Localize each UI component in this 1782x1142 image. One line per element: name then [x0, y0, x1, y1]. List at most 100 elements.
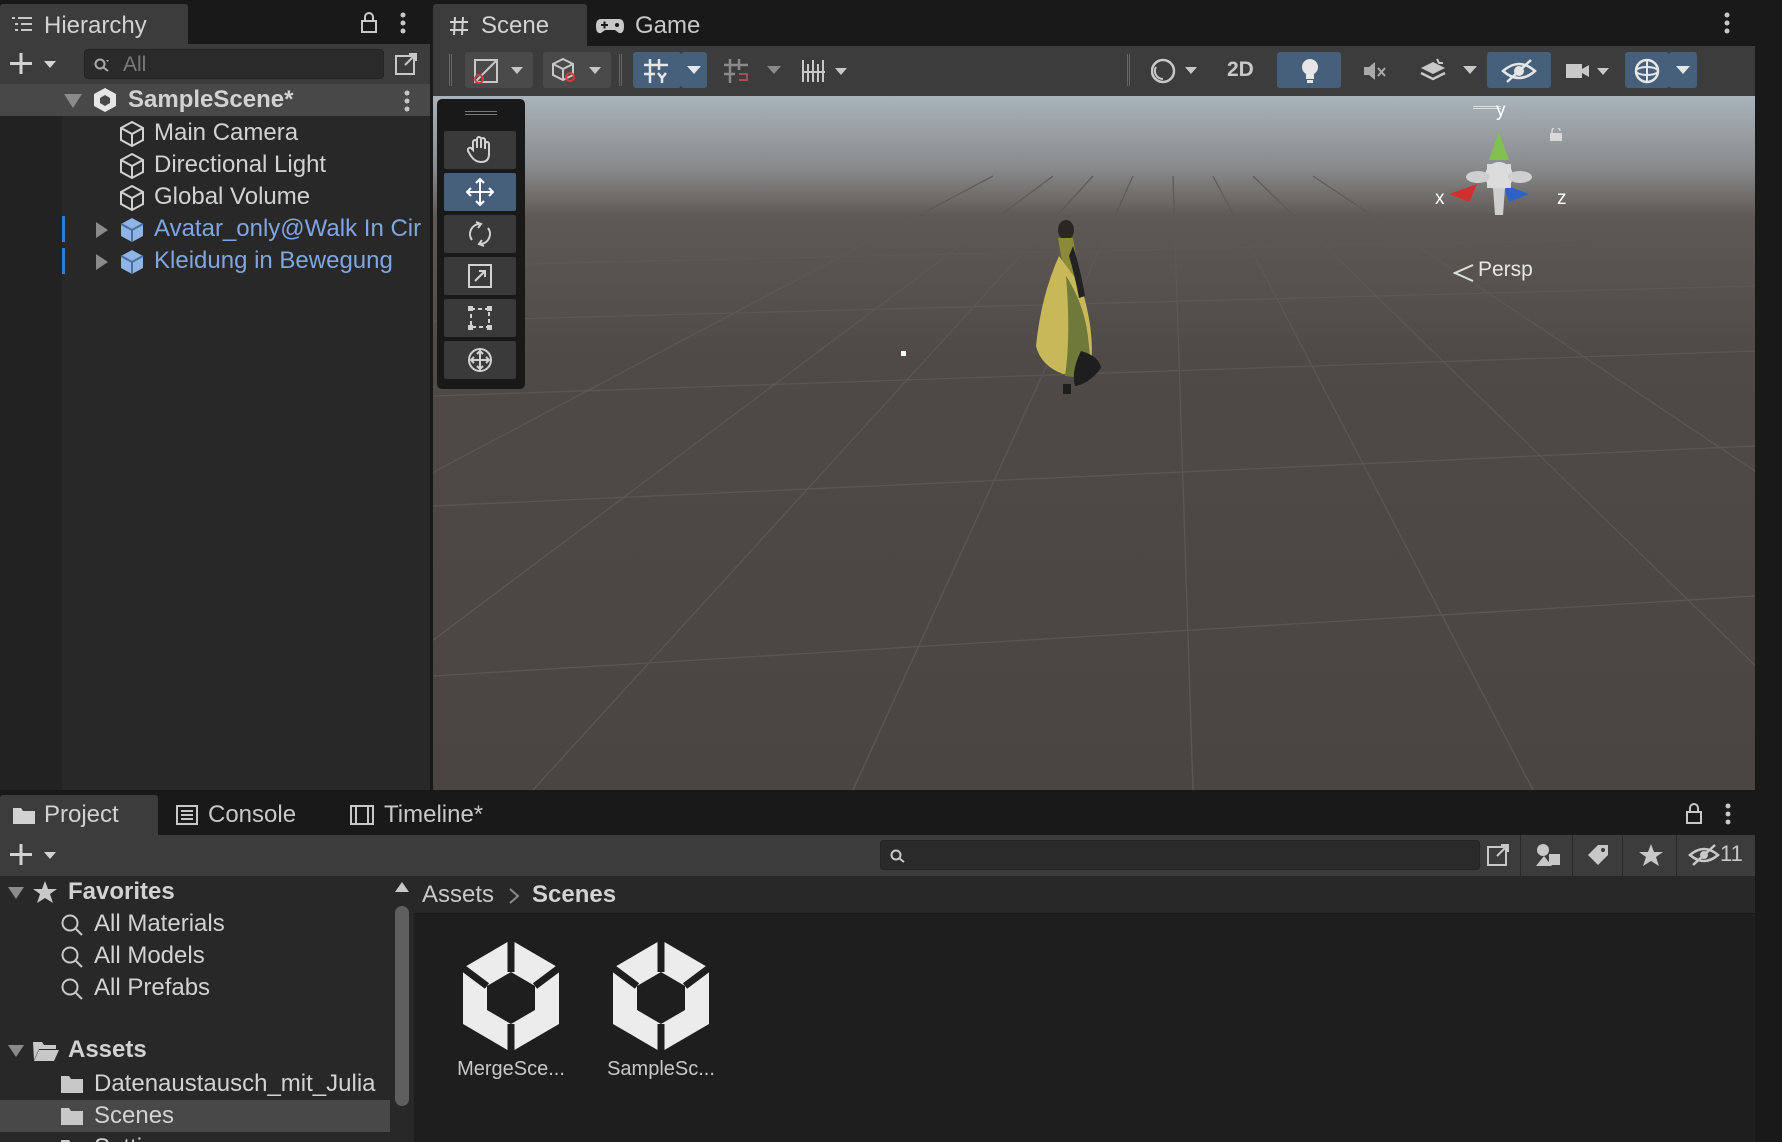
scene-search-toggle-icon[interactable] [1486, 843, 1512, 867]
asset-item-samplescene[interactable]: SampleSc... [586, 936, 736, 1086]
breadcrumb-item[interactable]: Assets [422, 881, 494, 909]
render-mode-dropdown[interactable] [543, 52, 611, 88]
breadcrumb-item[interactable]: Scenes [532, 881, 616, 909]
search-input[interactable]: All [84, 49, 384, 79]
scroll-up-icon[interactable] [395, 882, 409, 892]
project-folder-tree: Favorites All Materials All Models All P… [0, 876, 390, 1142]
timeline-icon [350, 805, 374, 825]
gameobject-cube-icon [120, 184, 144, 212]
camera-icon [1566, 64, 1609, 78]
grid-snapping-button[interactable] [633, 52, 681, 88]
favorite-item-all-prefabs[interactable]: All Prefabs [0, 972, 390, 1004]
folder-item-scenes[interactable]: Scenes [0, 1100, 390, 1132]
folder-item-datenaustausch[interactable]: Datenaustausch_mit_Julia [0, 1068, 390, 1100]
hierarchy-toolbar: All [0, 44, 430, 84]
tab-game[interactable]: Game [589, 4, 739, 46]
scene-viewport[interactable]: y x z Persp [433, 96, 1755, 790]
lightbulb-icon [1302, 59, 1318, 83]
shading-mode-dropdown[interactable] [1143, 52, 1209, 88]
star-icon [33, 881, 57, 903]
increment-snap-dropdown[interactable] [761, 52, 787, 88]
grid-visibility-dropdown[interactable] [793, 52, 859, 88]
tab-console[interactable]: Console [166, 795, 316, 835]
favorites-title: Favorites [68, 878, 175, 905]
effects-button[interactable] [1409, 52, 1457, 88]
tree-item-kleidung[interactable]: Kleidung in Bewegung [0, 245, 430, 277]
projection-toggle[interactable]: Persp [1453, 256, 1563, 286]
favorite-item-all-models[interactable]: All Models [0, 940, 390, 972]
add-dropdown-button[interactable] [10, 843, 62, 867]
grid-snap-dropdown[interactable] [681, 52, 707, 88]
rect-transform-icon [468, 306, 492, 330]
add-dropdown-button[interactable] [10, 52, 58, 76]
gizmos-button[interactable] [1625, 52, 1669, 88]
projection-label: Persp [1478, 258, 1533, 281]
favorite-item-all-materials[interactable]: All Materials [0, 908, 390, 940]
more-options-icon[interactable] [400, 12, 406, 34]
effects-dropdown[interactable] [1457, 52, 1483, 88]
lock-icon[interactable] [360, 12, 378, 34]
tab-label: Console [208, 801, 297, 828]
scale-tool-button[interactable] [444, 257, 516, 295]
assets-root-row[interactable]: Assets [0, 1034, 390, 1068]
right-edge-panel [1755, 0, 1782, 1142]
avatar-figure[interactable] [1011, 216, 1121, 406]
expand-arrow-icon[interactable] [8, 1045, 24, 1057]
draw-mode-icon [474, 59, 523, 84]
tab-project[interactable]: Project [0, 795, 158, 835]
camera-settings-dropdown[interactable] [1555, 52, 1621, 88]
folder-item-settings[interactable]: Settings [0, 1132, 390, 1142]
expand-arrow-icon[interactable] [96, 222, 108, 238]
more-options-icon[interactable] [1725, 803, 1731, 825]
hand-tool-button[interactable] [444, 131, 516, 169]
2d-toggle-button[interactable]: 2D [1213, 52, 1273, 88]
scene-row[interactable]: SampleScene* [0, 84, 430, 116]
toolbar-grip [449, 54, 452, 86]
rect-tool-button[interactable] [444, 299, 516, 337]
tree-item-main-camera[interactable]: Main Camera [0, 117, 430, 149]
orientation-gizmo[interactable] [1423, 120, 1553, 230]
tree-item-avatar[interactable]: Avatar_only@Walk In Cir [0, 213, 430, 245]
project-search-input[interactable] [880, 840, 1480, 870]
favorite-star-icon[interactable] [1638, 843, 1664, 867]
rotate-tool-button[interactable] [444, 215, 516, 253]
tab-hierarchy[interactable]: Hierarchy [0, 4, 188, 44]
scene-view-toggle-icon[interactable] [394, 52, 420, 76]
move-arrows-icon [466, 178, 494, 206]
lighting-toggle-button[interactable] [1277, 52, 1341, 88]
origin-marker [901, 351, 906, 356]
expand-arrow-icon[interactable] [64, 94, 82, 108]
filter-by-type-icon[interactable] [1534, 842, 1562, 868]
audio-toggle-button[interactable] [1345, 52, 1405, 88]
asset-item-mergescene[interactable]: MergeSce... [436, 936, 586, 1086]
tab-label: Timeline* [384, 801, 484, 828]
draw-mode-dropdown[interactable] [465, 52, 533, 88]
more-options-icon[interactable] [1724, 12, 1730, 34]
transform-tool-button[interactable] [444, 341, 516, 379]
folder-icon [61, 1108, 83, 1125]
scene-visibility-button[interactable] [1487, 52, 1551, 88]
rotate-icon [469, 221, 491, 247]
tree-item-global-volume[interactable]: Global Volume [0, 181, 430, 213]
prefab-override-bar [62, 216, 65, 242]
favorites-row[interactable]: Favorites [0, 876, 390, 910]
move-tool-button[interactable] [444, 173, 516, 211]
prefab-override-bar [62, 248, 65, 274]
tab-timeline[interactable]: Timeline* [340, 795, 520, 835]
expand-arrow-icon[interactable] [8, 887, 24, 899]
tree-item-directional-light[interactable]: Directional Light [0, 149, 430, 181]
filter-by-label-icon[interactable] [1586, 843, 1612, 867]
expand-arrow-icon[interactable] [96, 254, 108, 270]
search-placeholder: All [123, 53, 147, 76]
folder-tree-scrollbar[interactable] [390, 876, 414, 1142]
cube-render-icon [552, 57, 601, 82]
scrollbar-thumb[interactable] [395, 906, 409, 1106]
gizmos-dropdown[interactable] [1669, 52, 1697, 88]
increment-snap-button[interactable] [713, 52, 761, 88]
lock-icon[interactable] [1685, 803, 1703, 825]
tab-scene[interactable]: Scene [433, 4, 587, 46]
scene-menu-icon[interactable] [404, 90, 410, 112]
hidden-packages-toggle[interactable]: 11 [1686, 839, 1750, 871]
hash-icon [450, 16, 468, 36]
prefab-icon [120, 250, 144, 274]
